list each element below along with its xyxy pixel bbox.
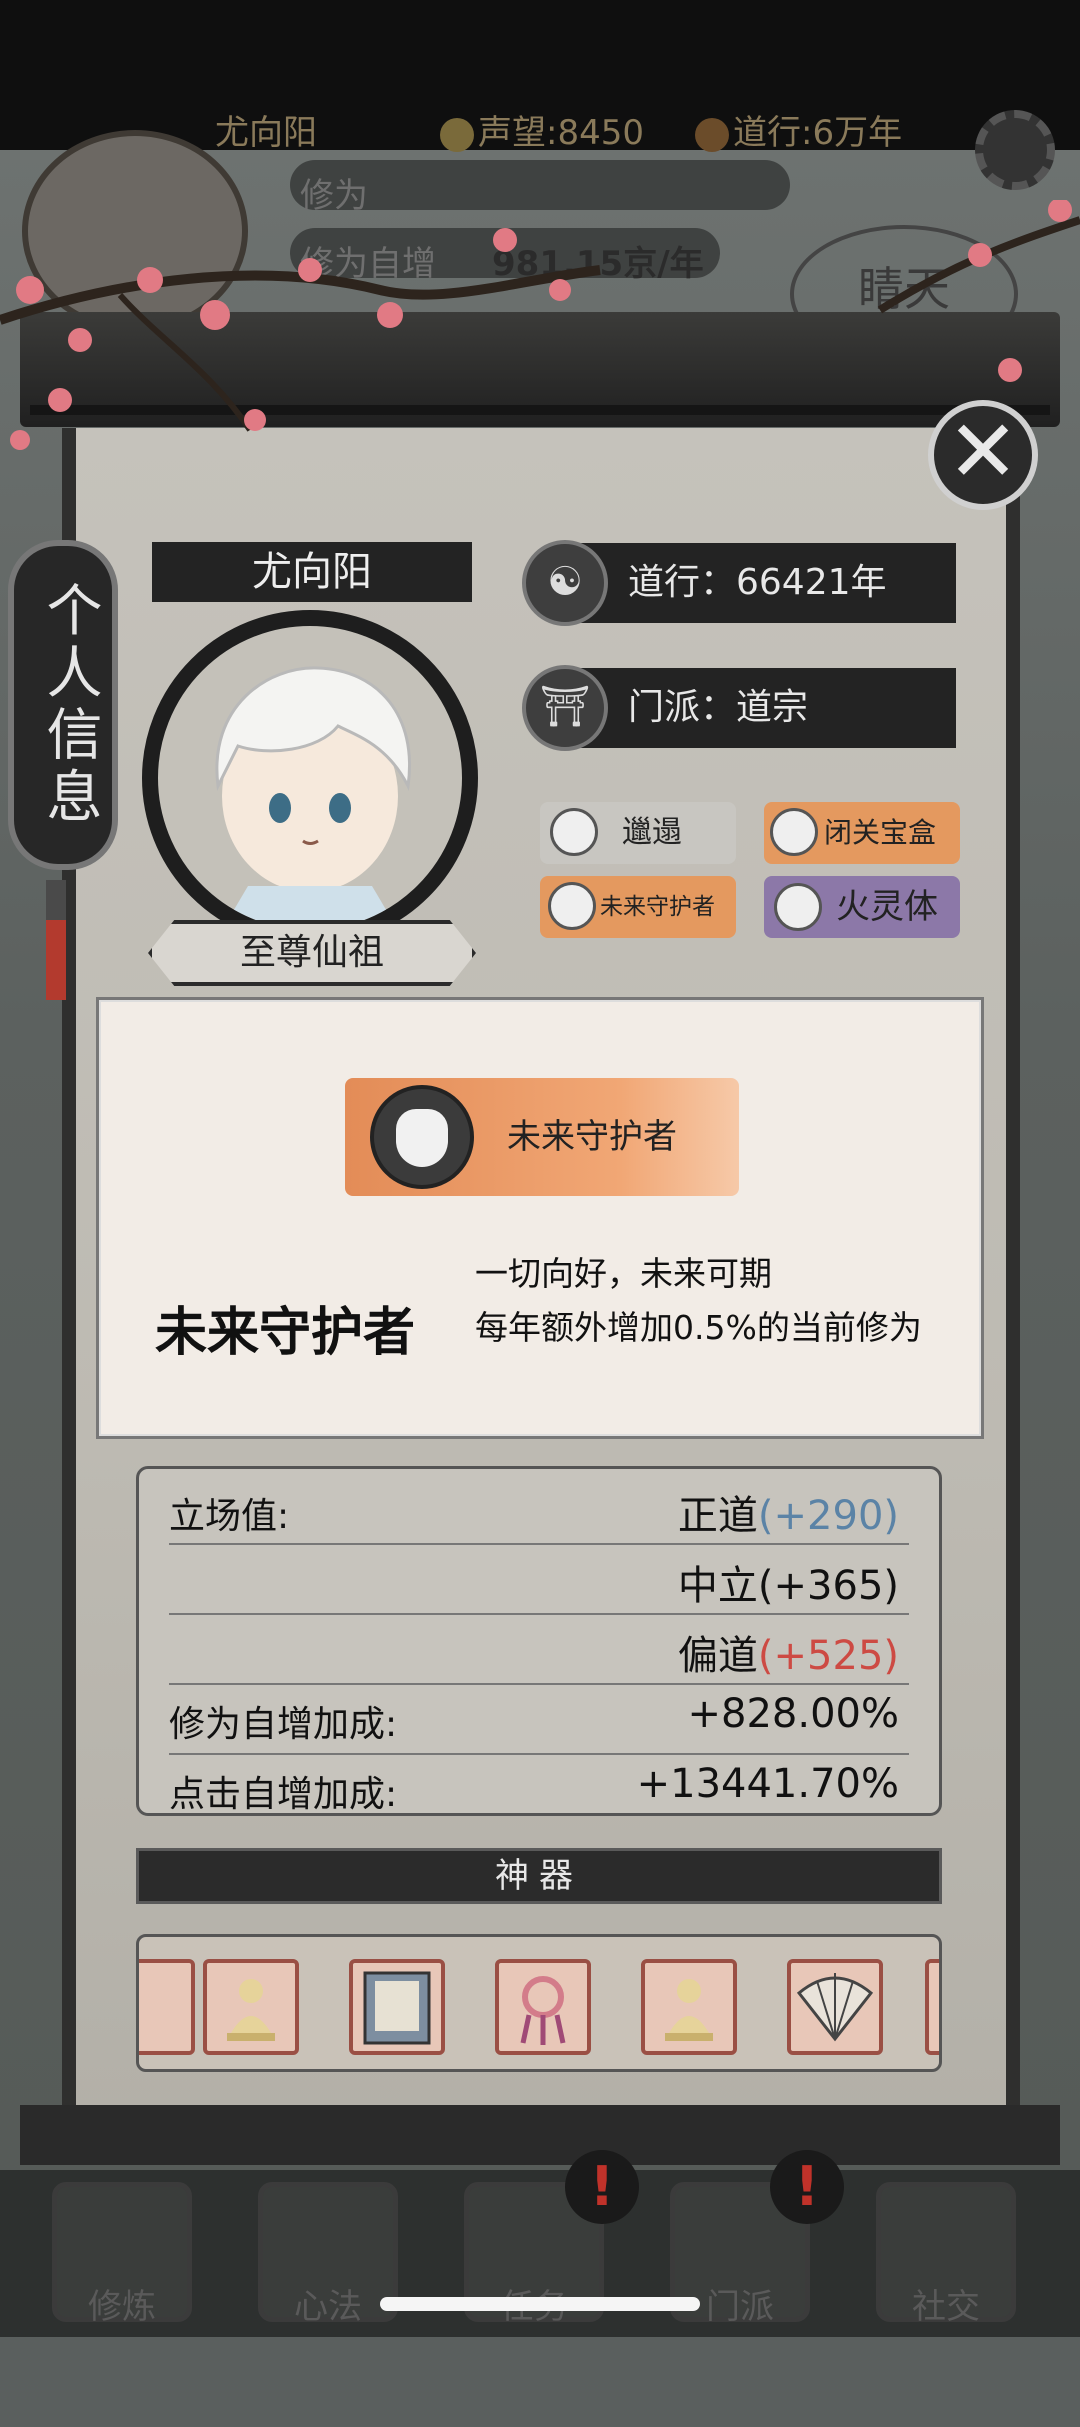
golden-buddha-icon[interactable] — [203, 1959, 299, 2055]
stance-righteous: 正道(+290) — [677, 1493, 899, 1539]
daoxing-row: 道行：66421年 — [560, 543, 956, 623]
cultivation-bonus-label: 修为自增加成: — [169, 1704, 398, 1745]
side-tab-label: 个人信息 — [37, 581, 102, 829]
sect-gate-icon: ⛩ — [522, 665, 608, 751]
close-button[interactable]: ✕ — [928, 400, 1038, 510]
hud-reputation: 声望:8450 — [440, 105, 644, 154]
bag-icon — [548, 881, 596, 930]
plum-blossom-branch — [0, 200, 1080, 450]
artifacts-row[interactable] — [136, 1934, 942, 2072]
alert-icon: ! — [565, 2150, 639, 2224]
divider — [169, 1543, 909, 1545]
tab-social[interactable]: 社交 — [876, 2182, 1016, 2327]
hud-daoxing: 道行:6万年 — [695, 105, 902, 154]
stance-deviant: 偏道(+525) — [677, 1633, 899, 1679]
trait-detail-popup — [96, 997, 984, 1439]
stance-neutral: 中立(+365) — [677, 1563, 899, 1609]
divider — [169, 1683, 909, 1685]
bag-icon — [550, 807, 598, 856]
trait-chip[interactable]: 火灵体 — [764, 876, 960, 938]
hud-player-name: 尤向阳 — [215, 113, 317, 153]
coin-icon — [440, 117, 474, 152]
home-indicator[interactable] — [380, 2297, 700, 2311]
stance-label: 立场值: — [169, 1496, 290, 1537]
divider — [169, 1613, 909, 1615]
trait-chip[interactable]: 闭关宝盒 — [764, 802, 960, 864]
tab-heart-method[interactable]: 心法 — [258, 2182, 398, 2327]
bag-icon — [774, 882, 822, 931]
artifacts-header: 神器 — [136, 1848, 942, 1904]
click-bonus-label: 点击自增加成: — [169, 1774, 398, 1815]
artifact-slot[interactable] — [925, 1959, 939, 2055]
panel-bottom-frame — [20, 2105, 1060, 2165]
taiji-icon — [695, 117, 729, 152]
folding-fan-icon[interactable] — [787, 1959, 883, 2055]
golden-buddha-icon[interactable] — [641, 1959, 737, 2055]
alert-icon: ! — [770, 2150, 844, 2224]
trait-detail-title: 未来守护者 — [155, 1303, 416, 1363]
gear-icon[interactable] — [975, 110, 1055, 190]
character-portrait — [215, 666, 411, 930]
bag-icon — [770, 808, 818, 856]
tassel-decoration — [46, 880, 66, 1000]
player-name-banner: 尤向阳 — [152, 542, 472, 602]
artifact-slot[interactable] — [139, 1959, 195, 2055]
trait-chip[interactable]: 邋遢 — [540, 802, 736, 864]
divider — [169, 1753, 909, 1755]
stats-list[interactable]: 立场值: 正道(+290) 中立(+365) 偏道(+525) 修为自增加成: … — [136, 1466, 942, 1816]
trait-detail-description: 一切向好，未来可期 每年额外增加0.5%的当前修为 — [475, 1254, 922, 1347]
rank-title-plate: 至尊仙祖 — [148, 920, 476, 986]
tab-cultivate[interactable]: 修炼 — [52, 2182, 192, 2327]
sect-row: 门派：道宗 — [560, 668, 956, 748]
jade-pendant-icon[interactable] — [495, 1959, 591, 2055]
bag-icon — [370, 1085, 474, 1189]
avatar — [142, 610, 478, 946]
click-bonus-value: +13441.70% — [636, 1761, 899, 1807]
cultivation-bonus-value: +828.00% — [687, 1691, 899, 1737]
trait-chip-selected[interactable]: 未来守护者 — [540, 876, 736, 938]
taiji-icon: ☯ — [522, 540, 608, 626]
scripture-book-icon[interactable] — [349, 1959, 445, 2055]
